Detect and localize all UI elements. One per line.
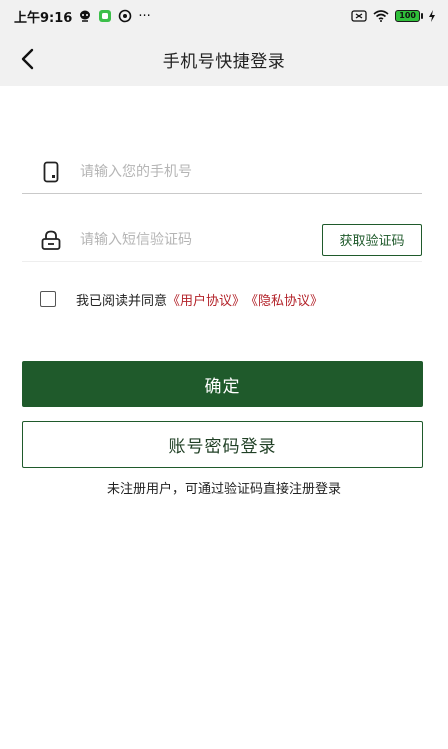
wifi-icon [373, 10, 389, 22]
sync-notification-icon [118, 9, 132, 23]
charging-icon [428, 10, 436, 22]
code-field-row: 获取验证码 [22, 218, 422, 262]
app-notification-icon [98, 9, 112, 23]
more-notifications-icon: ··· [138, 8, 151, 24]
account-password-login-button[interactable]: 账号密码登录 [22, 421, 423, 468]
privacy-policy-link[interactable]: 《隐私协议》 [245, 290, 323, 309]
phone-field-row [22, 150, 422, 194]
sms-code-input[interactable] [80, 224, 322, 255]
back-button[interactable] [10, 42, 44, 76]
status-bar: 上午9:16 ··· 100 [0, 0, 448, 32]
page-title: 手机号快捷登录 [162, 51, 286, 72]
chat-notification-icon [78, 9, 92, 23]
register-hint: 未注册用户，可通过验证码直接注册登录 [106, 482, 341, 497]
status-right: 100 [345, 10, 436, 22]
nav-bar: 手机号快捷登录 [0, 32, 448, 86]
status-time: 上午9:16 [14, 10, 73, 26]
lock-icon [38, 227, 64, 253]
battery-icon: 100 [395, 10, 423, 22]
agreement-row: 我已阅读并同意 《用户协议》 《隐私协议》 [40, 288, 323, 310]
agreement-checkbox[interactable] [40, 291, 56, 307]
confirm-button[interactable]: 确定 [22, 361, 423, 407]
phone-icon [38, 159, 64, 185]
mute-icon [351, 10, 367, 22]
agreement-text: 我已阅读并同意 [76, 293, 168, 309]
get-code-button[interactable]: 获取验证码 [322, 223, 422, 256]
phone-input[interactable] [80, 156, 422, 187]
user-agreement-link[interactable]: 《用户协议》 [167, 290, 245, 309]
login-screen: 上午9:16 ··· 100 手机号快捷登录 请输入您的手机号 请输入短信验证码… [0, 0, 448, 749]
chevron-left-icon [21, 48, 34, 70]
